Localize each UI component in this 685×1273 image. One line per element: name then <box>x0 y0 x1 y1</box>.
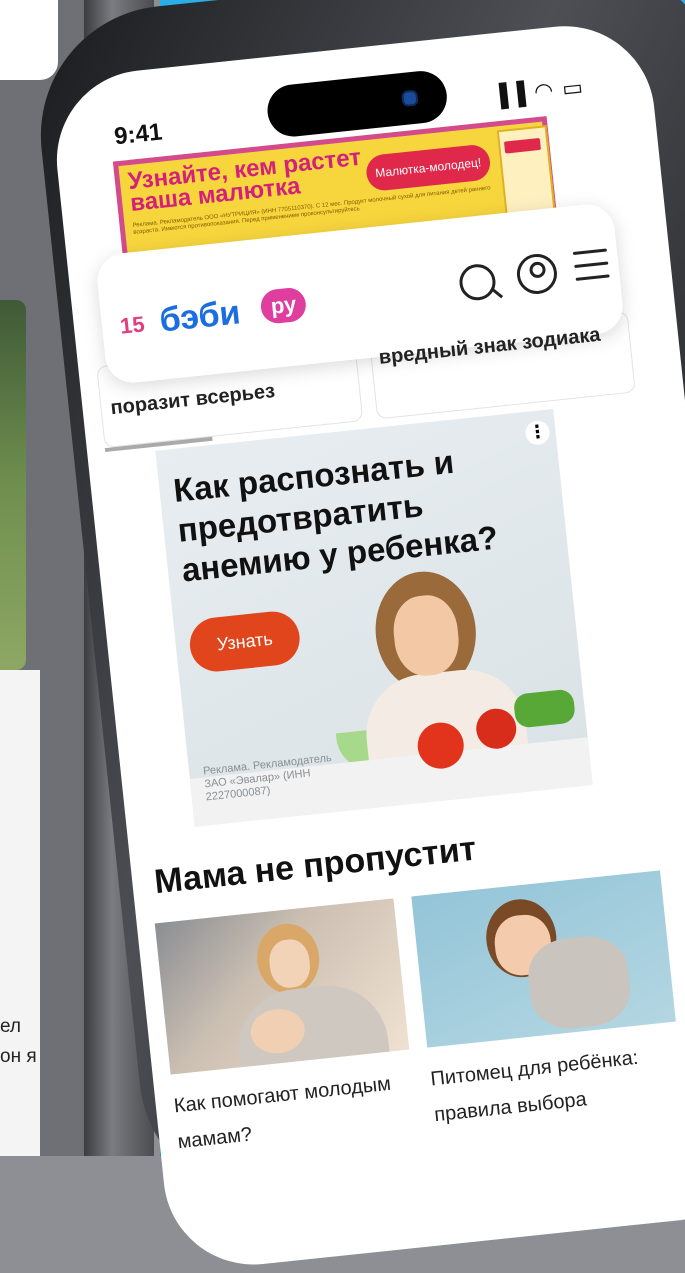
back-phone-text: ел он я <box>0 1016 37 1067</box>
cat <box>524 932 634 1033</box>
status-icons: ▐▐ ◠ ▭ <box>490 74 587 109</box>
camera-icon <box>401 89 419 108</box>
back-phone-header <box>0 0 58 80</box>
card-title[interactable]: Как помогают молодым мамам? <box>172 1063 418 1160</box>
menu-icon[interactable] <box>572 248 611 291</box>
more-options-icon[interactable]: ⋮ <box>524 419 551 446</box>
ad-cta-button[interactable]: Узнать <box>187 608 303 675</box>
logo-suffix: ру <box>259 286 308 325</box>
status-time: 9:41 <box>112 118 164 151</box>
greens <box>512 688 577 729</box>
card-image-boy-cat[interactable] <box>411 870 676 1048</box>
card-image-mother[interactable] <box>154 898 410 1075</box>
banner-button[interactable]: Малютка-молодец! <box>364 143 492 193</box>
logo-number: 15 <box>118 311 146 339</box>
ad-title: Как распознать и предотвратить анемию у … <box>171 442 500 589</box>
product-pack-image <box>496 125 556 216</box>
back-phone-photo <box>0 300 26 670</box>
search-icon[interactable] <box>457 262 498 302</box>
section-title: Мама не пропустит <box>152 829 479 902</box>
logo-text[interactable]: бэби <box>158 293 242 340</box>
user-icon[interactable] <box>514 251 559 296</box>
card-title[interactable]: Питомец для ребёнка: правила выбора <box>429 1035 685 1133</box>
back-phone-screen <box>0 670 40 1156</box>
anemia-ad[interactable]: Как распознать и предотвратить анемию у … <box>155 408 593 827</box>
